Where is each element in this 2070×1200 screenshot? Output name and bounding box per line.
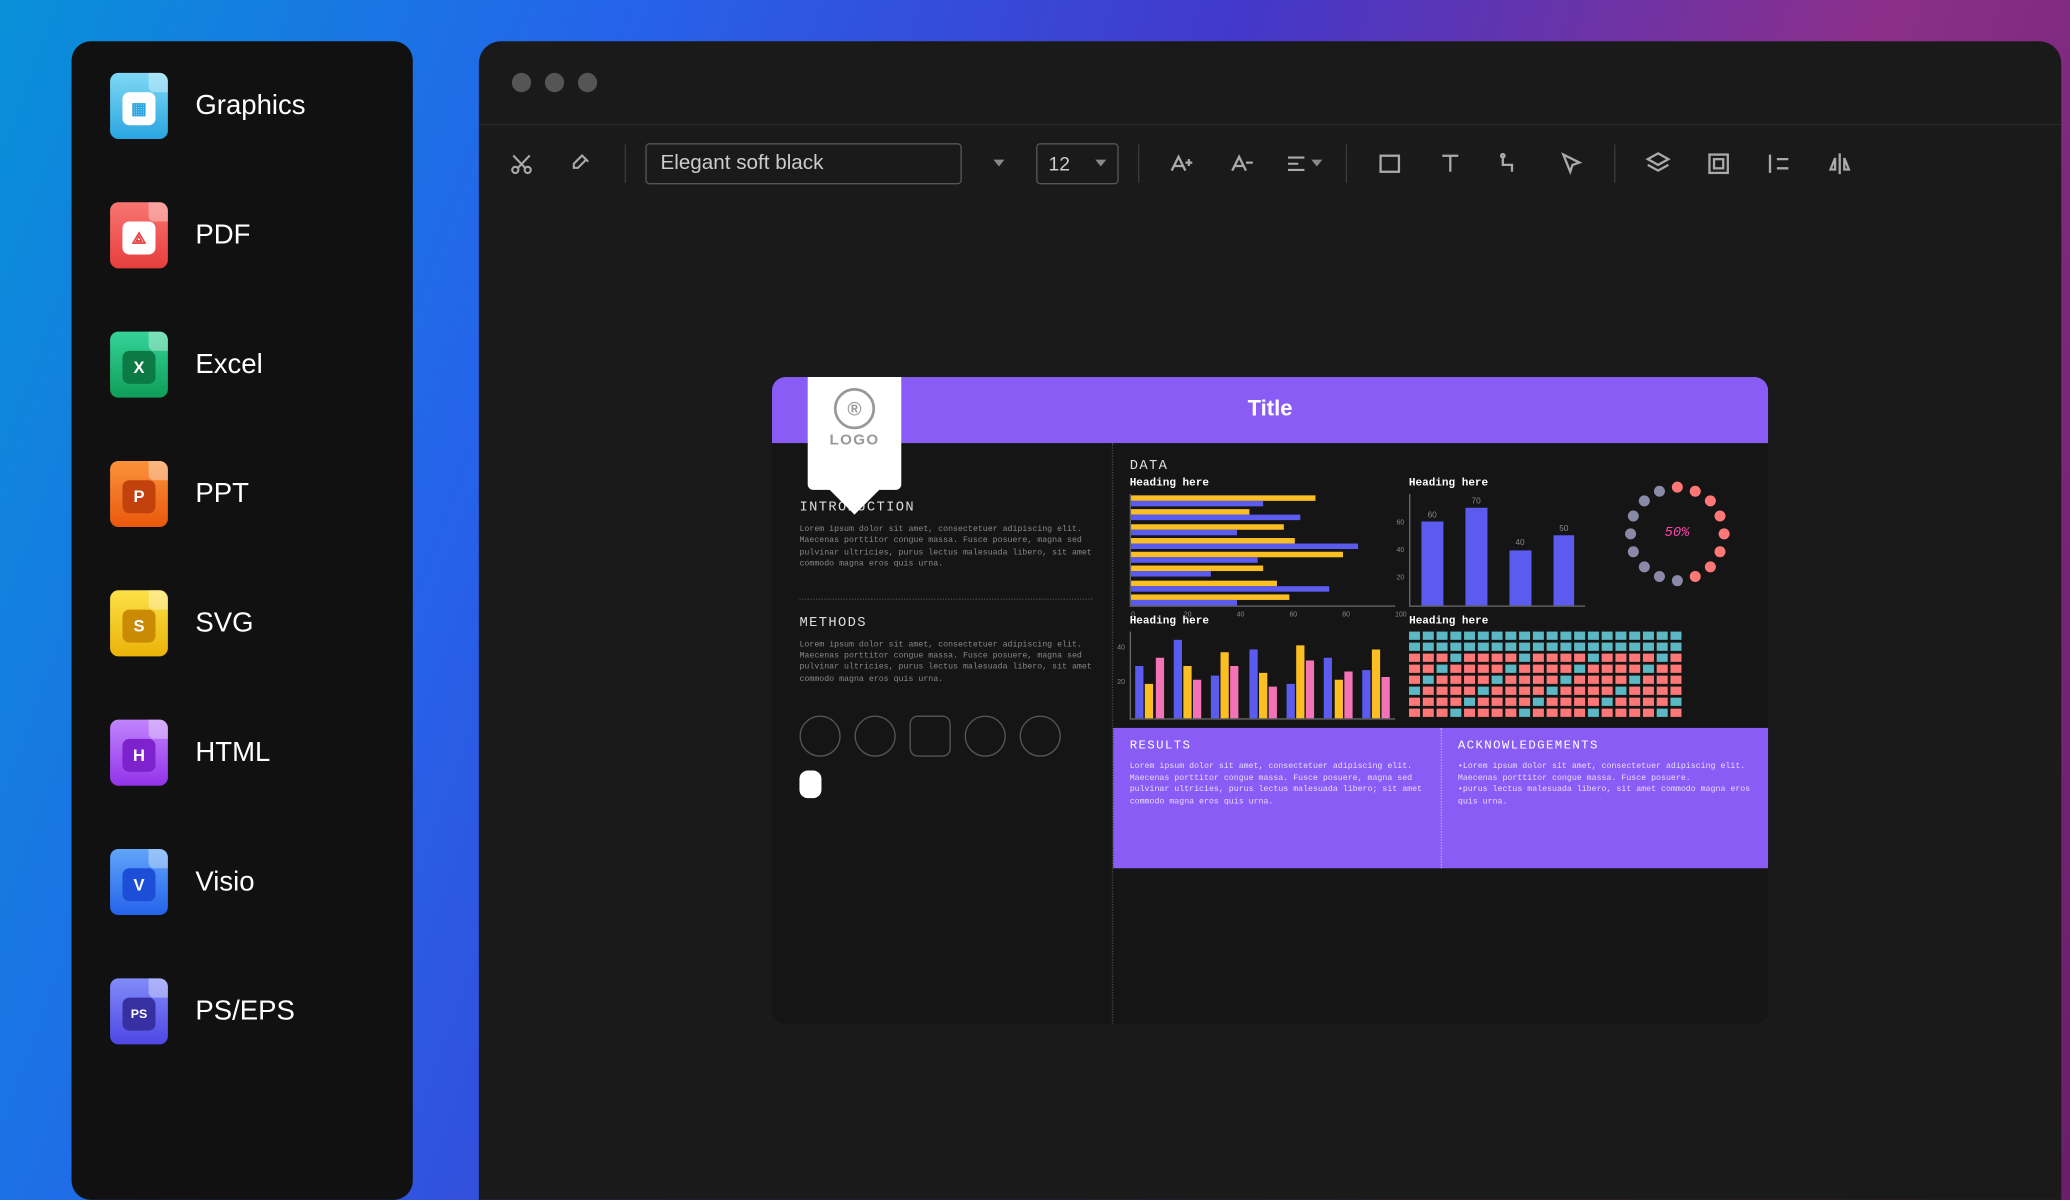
methods-text: Lorem ipsum dolor sit amet, consectetuer… [799, 639, 1092, 685]
method-icons-row [799, 705, 1092, 799]
sidebar-item-ppt[interactable]: P PPT [72, 429, 413, 558]
chart-heading: Heading here [1409, 615, 1754, 627]
html-icon: H [110, 720, 168, 786]
traffic-close-icon[interactable] [512, 73, 531, 92]
results-column: RESULTS Lorem ipsum dolor sit amet, cons… [1113, 728, 1441, 868]
chart-vbar: Heading here 60704050204060 [1409, 477, 1586, 606]
doc-title: Title [1248, 398, 1293, 423]
window-titlebar [479, 41, 2061, 124]
font-family-dropdown-icon[interactable] [976, 140, 1023, 187]
doc-header: ® LOGO Title [772, 377, 1768, 443]
chart-heading: Heading here [1409, 477, 1586, 489]
sidebar-item-pseps[interactable]: PS PS/EPS [72, 947, 413, 1076]
method-icon [1020, 716, 1061, 757]
method-icon [799, 716, 840, 757]
sidebar-item-label: PS/EPS [195, 996, 294, 1028]
methods-heading: METHODS [799, 616, 1092, 631]
layers-button[interactable] [1635, 140, 1682, 187]
visio-icon: V [110, 849, 168, 915]
font-size-value: 12 [1049, 152, 1070, 174]
chart-hbar: Heading here 020406080100 [1130, 477, 1395, 606]
sidebar-item-visio[interactable]: V Visio [72, 817, 413, 946]
app-window: Elegant soft black 12 ® LOGO Title [479, 41, 2061, 1200]
pointer-tool-button[interactable] [1548, 140, 1595, 187]
text-tool-button[interactable] [1427, 140, 1474, 187]
divider [799, 598, 1092, 599]
method-icon [965, 716, 1006, 757]
chart-heading: Heading here [1130, 477, 1395, 489]
vbar-chart: 60704050204060 [1409, 494, 1586, 607]
hbar-chart: 020406080100 [1130, 494, 1395, 607]
logo-mark-icon: ® [834, 388, 875, 429]
chart-heading: Heading here [1130, 615, 1396, 627]
connector-tool-button[interactable] [1487, 140, 1534, 187]
doc-footer: RESULTS Lorem ipsum dolor sit amet, cons… [1113, 728, 1768, 868]
sidebar-item-label: Visio [195, 866, 254, 898]
increase-font-button[interactable] [1159, 140, 1206, 187]
sidebar-item-svg[interactable]: S SVG [72, 559, 413, 688]
pdf-icon: ⟁ [110, 202, 168, 268]
sidebar-item-pdf[interactable]: ⟁ PDF [72, 171, 413, 300]
intro-text: Lorem ipsum dolor sit amet, consectetuer… [799, 524, 1092, 570]
font-name-value: Elegant soft black [660, 151, 823, 174]
sidebar-item-label: Graphics [195, 90, 305, 122]
data-heading: DATA [1130, 460, 1755, 475]
export-sidebar: ▦ Graphics ⟁ PDF X Excel P PPT S SVG H H… [72, 41, 413, 1200]
method-icon [910, 716, 951, 757]
sidebar-item-excel[interactable]: X Excel [72, 300, 413, 429]
rectangle-tool-button[interactable] [1366, 140, 1413, 187]
ack-heading: ACKNOWLEDGEMENTS [1458, 739, 1752, 753]
doc-left-column: INTRODUCTION Lorem ipsum dolor sit amet,… [772, 443, 1113, 1024]
results-heading: RESULTS [1130, 739, 1424, 753]
excel-icon: X [110, 332, 168, 398]
document-preview[interactable]: ® LOGO Title INTRODUCTION Lorem ipsum do… [772, 377, 1768, 1024]
group-button[interactable] [1695, 140, 1742, 187]
svg-icon: S [110, 590, 168, 656]
cut-button[interactable] [498, 140, 545, 187]
chart-grouped: Heading here 2040 [1130, 615, 1396, 720]
sidebar-item-label: HTML [195, 737, 270, 769]
sidebar-item-label: SVG [195, 608, 253, 640]
method-icon [799, 771, 821, 799]
distribute-button[interactable] [1756, 140, 1803, 187]
sidebar-item-html[interactable]: H HTML [72, 688, 413, 817]
radial-chart: 50% [1621, 477, 1734, 590]
sidebar-item-label: Excel [195, 349, 262, 381]
ps-icon: PS [110, 978, 168, 1044]
font-size-select[interactable]: 12 [1036, 142, 1119, 183]
chart-heatmap: Heading here [1409, 615, 1754, 720]
sidebar-item-label: PPT [195, 478, 249, 510]
ppt-icon: P [110, 461, 168, 527]
sidebar-item-label: PDF [195, 219, 250, 251]
radial-percent: 50% [1665, 526, 1690, 541]
font-family-select[interactable]: Elegant soft black [645, 142, 961, 183]
flip-button[interactable] [1816, 140, 1863, 187]
acknowledgements-column: ACKNOWLEDGEMENTS •Lorem ipsum dolor sit … [1441, 728, 1768, 868]
decrease-font-button[interactable] [1219, 140, 1266, 187]
ack-text: •Lorem ipsum dolor sit amet, consectetue… [1458, 761, 1752, 809]
chart-radial: 50% [1600, 477, 1755, 606]
logo-text: LOGO [829, 432, 879, 449]
align-button[interactable] [1280, 140, 1327, 187]
grouped-bar-chart: 2040 [1130, 632, 1396, 720]
results-text: Lorem ipsum dolor sit amet, consectetuer… [1130, 761, 1424, 809]
format-painter-button[interactable] [559, 140, 606, 187]
traffic-zoom-icon[interactable] [578, 73, 597, 92]
traffic-minimize-icon[interactable] [545, 73, 564, 92]
toolbar: Elegant soft black 12 [479, 124, 2061, 201]
method-icon [854, 716, 895, 757]
heatmap-chart [1409, 632, 1754, 720]
doc-logo: ® LOGO [808, 377, 902, 490]
doc-right-column: DATA Heading here 020406080100 Heading h… [1113, 443, 1768, 1024]
sidebar-item-graphics[interactable]: ▦ Graphics [72, 41, 413, 170]
canvas-area[interactable]: ® LOGO Title INTRODUCTION Lorem ipsum do… [479, 201, 2061, 1200]
graphics-icon: ▦ [110, 73, 168, 139]
